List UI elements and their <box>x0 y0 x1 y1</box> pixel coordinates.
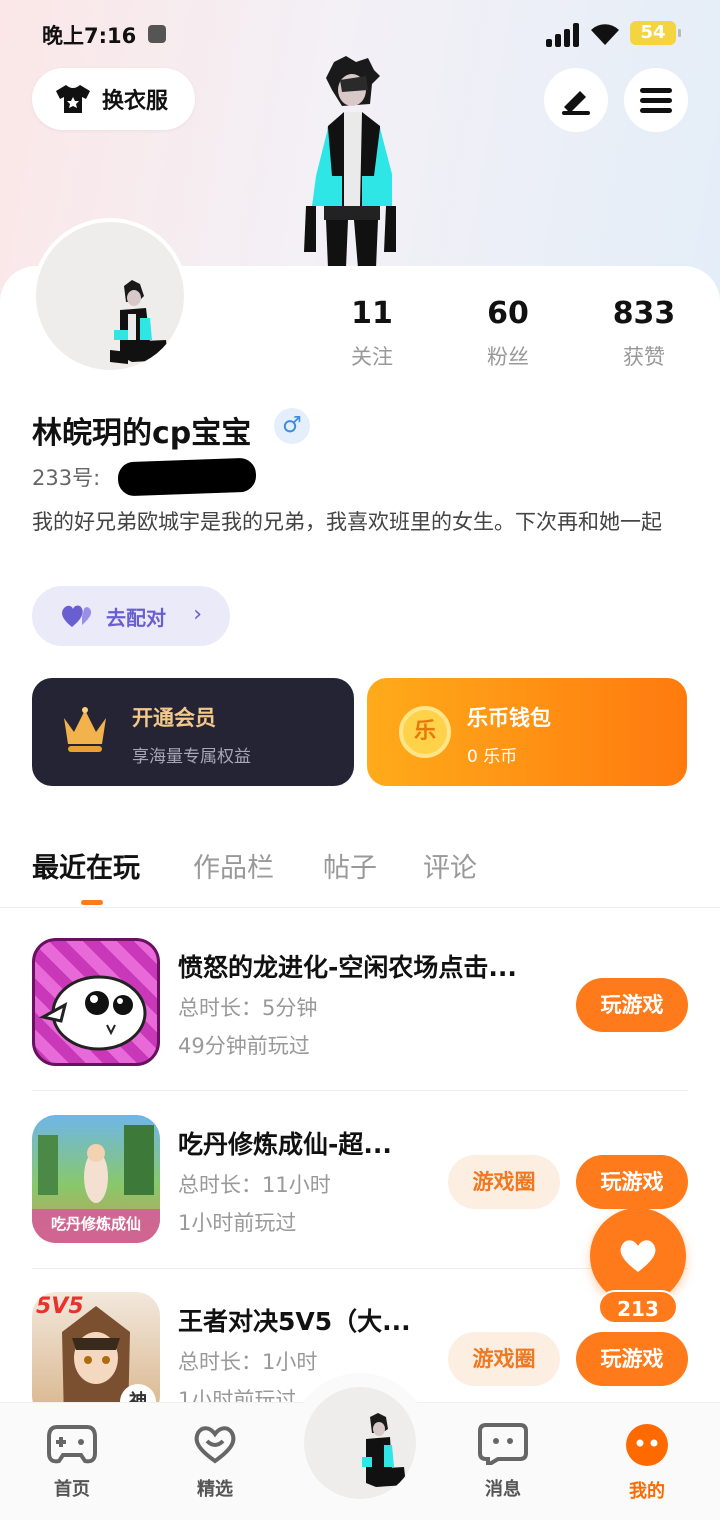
wallet-balance: 0 乐币 <box>467 747 518 767</box>
game-icon-caption: 吃丹修炼成仙 <box>50 1215 141 1233</box>
coin-wallet-card[interactable]: 乐 乐币钱包 0 乐币 <box>367 678 687 786</box>
game-icon-dragon <box>32 938 160 1066</box>
nav-featured-label: 精选 <box>197 1479 233 1500</box>
stat-followers-count: 60 <box>487 296 529 331</box>
list-divider <box>32 1268 688 1269</box>
nav-avatar-figure <box>362 1413 406 1487</box>
nav-home[interactable]: 首页 <box>27 1423 117 1501</box>
game-list-item[interactable]: 愤怒的龙进化-空闲农场点击... 总时长：5分钟 49分钟前玩过 玩游戏 <box>32 938 688 1070</box>
nav-me-label: 我的 <box>629 1481 665 1502</box>
heart-icon <box>620 1240 656 1272</box>
stat-likes-count: 833 <box>612 296 676 331</box>
go-match-button[interactable]: 去配对 › <box>32 586 230 646</box>
nav-messages[interactable]: 消息 <box>458 1423 548 1501</box>
male-gender-icon: ♂ <box>274 408 310 444</box>
game-duration: 总时长：5分钟 <box>178 996 318 1020</box>
tab-posts[interactable]: 帖子 <box>323 846 377 885</box>
game-icon-caption: 5V5 <box>36 1294 84 1319</box>
stat-likes-label: 获赞 <box>623 345 665 369</box>
redacted-id-mark <box>117 457 257 497</box>
avatar-mini-figure <box>110 280 168 364</box>
menu-button[interactable] <box>624 68 688 132</box>
list-divider <box>32 1090 688 1091</box>
edit-profile-button[interactable] <box>544 68 608 132</box>
me-face-icon <box>626 1424 668 1466</box>
coin-icon: 乐 <box>399 706 451 758</box>
vip-subtitle: 享海量专属权益 <box>132 747 251 767</box>
change-outfit-label: 换衣服 <box>102 89 169 114</box>
tshirt-icon <box>56 85 90 113</box>
game-title: 王者对决5V5（大... <box>178 1307 411 1336</box>
stat-followers[interactable]: 60 粉丝 <box>448 296 568 371</box>
vip-title: 开通会员 <box>132 706 216 730</box>
message-icon <box>478 1423 528 1469</box>
game-icon-kings: 5V5 神 <box>32 1292 160 1420</box>
heart-outline-icon <box>194 1426 236 1464</box>
profile-nickname: 林皖玥的cp宝宝 <box>32 416 252 451</box>
status-time: 晚上7:16 <box>42 24 137 48</box>
hearts-icon <box>62 605 92 627</box>
game-last-played: 1小时前玩过 <box>178 1211 297 1235</box>
game-circle-button[interactable]: 游戏圈 <box>448 1332 560 1386</box>
hamburger-menu-icon <box>640 88 672 113</box>
nav-avatar-button[interactable] <box>304 1387 416 1499</box>
stat-likes[interactable]: 833 获赞 <box>584 296 704 371</box>
nav-me[interactable]: 我的 <box>602 1423 692 1503</box>
gamepad-icon <box>47 1425 97 1464</box>
user-id-label: 233号: <box>32 466 101 490</box>
tab-works[interactable]: 作品栏 <box>193 846 274 885</box>
game-duration: 总时长：11小时 <box>178 1173 331 1197</box>
change-outfit-button[interactable]: 换衣服 <box>32 68 195 130</box>
crown-icon <box>64 707 106 752</box>
game-title: 吃丹修炼成仙-超... <box>178 1130 392 1159</box>
game-circle-button[interactable]: 游戏圈 <box>448 1155 560 1209</box>
bottom-navigation: 首页 精选 消息 我的 <box>0 1373 720 1520</box>
active-tab-indicator <box>81 900 103 905</box>
avatar[interactable] <box>32 218 188 374</box>
stat-following-label: 关注 <box>351 345 393 369</box>
tab-comments[interactable]: 评论 <box>423 846 477 885</box>
edit-pen-icon <box>562 91 590 115</box>
like-count-badge: 213 <box>598 1290 678 1324</box>
profile-bio: 我的好兄弟欧城宇是我的兄弟，我喜欢班里的女生。下次再和她一起 <box>32 510 662 534</box>
nav-featured[interactable]: 精选 <box>170 1423 260 1501</box>
game-list-item[interactable]: 吃丹修炼成仙 吃丹修炼成仙-超... 总时长：11小时 1小时前玩过 游戏圈 玩… <box>32 1115 688 1247</box>
vip-membership-card[interactable]: 开通会员 享海量专属权益 <box>32 678 354 786</box>
nav-messages-label: 消息 <box>485 1479 521 1500</box>
notification-app-icon <box>148 25 166 43</box>
game-last-played: 49分钟前玩过 <box>178 1034 310 1058</box>
avatar-character-figure[interactable] <box>296 56 406 268</box>
play-game-button[interactable]: 玩游戏 <box>576 978 688 1032</box>
go-match-label: 去配对 <box>106 605 166 630</box>
stat-following[interactable]: 11 关注 <box>312 296 432 371</box>
play-game-button[interactable]: 玩游戏 <box>576 1155 688 1209</box>
profile-tabs: 最近在玩 作品栏 帖子 评论 <box>0 838 720 908</box>
wallet-title: 乐币钱包 <box>467 706 551 730</box>
wifi-icon <box>591 24 619 45</box>
chevron-right-icon: › <box>193 602 202 627</box>
game-duration: 总时长：1小时 <box>178 1350 318 1374</box>
cellular-signal-icon <box>546 23 580 47</box>
battery-indicator: 54 <box>630 21 681 45</box>
nav-home-label: 首页 <box>54 1479 90 1500</box>
stat-following-count: 11 <box>351 296 393 331</box>
game-icon-cultivation: 吃丹修炼成仙 <box>32 1115 160 1243</box>
stat-followers-label: 粉丝 <box>487 345 529 369</box>
tab-recently-played[interactable]: 最近在玩 <box>32 846 140 885</box>
game-title: 愤怒的龙进化-空闲农场点击... <box>178 953 517 982</box>
play-game-button[interactable]: 玩游戏 <box>576 1332 688 1386</box>
